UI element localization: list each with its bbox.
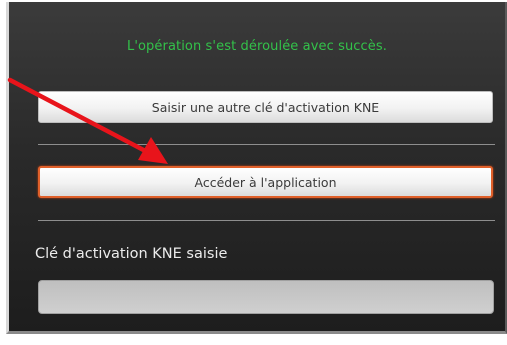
access-application-button-label: Accéder à l'application	[194, 174, 337, 190]
access-application-button[interactable]: Accéder à l'application	[38, 166, 493, 198]
activation-panel: L'opération s'est déroulée avec succès. …	[6, 2, 507, 334]
entered-key-label: Clé d'activation KNE saisie	[35, 246, 228, 262]
divider	[38, 144, 495, 145]
enter-other-key-button-label: Saisir une autre clé d'activation KNE	[151, 99, 380, 115]
success-message: L'opération s'est déroulée avec succès.	[126, 39, 387, 54]
enter-other-key-button[interactable]: Saisir une autre clé d'activation KNE	[38, 91, 493, 123]
entered-key-field[interactable]	[38, 280, 494, 314]
screenshot-stage: L'opération s'est déroulée avec succès. …	[0, 0, 507, 345]
divider	[38, 220, 495, 221]
